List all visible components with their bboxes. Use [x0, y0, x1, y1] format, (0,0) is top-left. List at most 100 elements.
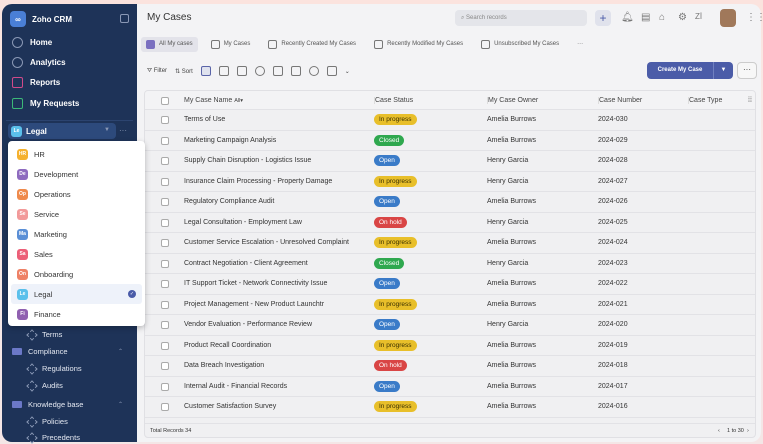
settings-icon[interactable]: ⚙	[678, 12, 687, 23]
table-row[interactable]: Supply Chain Disruption - Logistics Issu…	[145, 151, 755, 172]
apps-grid-icon[interactable]: ⋮⋮	[746, 12, 763, 23]
calendar-icon[interactable]: ▤	[641, 12, 650, 23]
marketplace-icon[interactable]: ⌂	[659, 12, 665, 23]
app-brand[interactable]: ∞ Zoho CRM	[10, 11, 72, 27]
case-name[interactable]: Project Management - New Product Launcht…	[184, 301, 324, 308]
row-checkbox[interactable]	[161, 362, 169, 370]
chevron-down-icon[interactable]: ⌄	[345, 68, 350, 75]
case-name[interactable]: IT Support Ticket - Network Connectivity…	[184, 280, 327, 287]
tree-item[interactable]: Audits	[26, 379, 63, 392]
sort-button[interactable]: ⇅ Sort	[175, 68, 193, 75]
tree-folder[interactable]: Knowledge base ⌃	[12, 400, 123, 409]
tab-view[interactable]: My Cases	[206, 37, 256, 52]
table-row[interactable]: Internal Audit - Financial Records Open Am…	[145, 377, 755, 397]
row-checkbox[interactable]	[161, 259, 169, 268]
workspace-option[interactable]: Fi Finance	[11, 304, 142, 324]
table-view-icon[interactable]	[236, 66, 247, 76]
tab-view[interactable]: All My cases	[141, 36, 198, 52]
table-row[interactable]: Terms of Use In progress Amelia Burrows 202…	[145, 110, 755, 131]
name-filter-dropdown[interactable]: All▾	[234, 98, 243, 104]
column-status[interactable]: Case Status	[374, 97, 413, 104]
table-row[interactable]: Marketing Campaign Analysis Closed Amelia …	[145, 131, 755, 151]
row-checkbox[interactable]	[161, 280, 169, 288]
column-type[interactable]: Case Type	[688, 97, 722, 104]
row-checkbox[interactable]	[161, 136, 169, 145]
workspace-option[interactable]: HR HR	[11, 144, 142, 164]
case-name[interactable]: Terms of Use	[184, 116, 225, 123]
tree-item[interactable]: Precedents	[26, 431, 80, 444]
tree-folder[interactable]: Compliance ⌃	[12, 347, 123, 356]
table-row[interactable]: Data Breach Investigation On hold Amelia B…	[145, 356, 755, 377]
case-name[interactable]: Insurance Claim Processing - Property Da…	[184, 178, 332, 185]
table-row[interactable]: Regulatory Compliance Audit Open Amelia Bu…	[145, 192, 755, 213]
row-checkbox[interactable]	[161, 403, 169, 411]
table-row[interactable]: IT Support Ticket - Network Connectivity…	[145, 274, 755, 295]
select-all-checkbox[interactable]	[161, 97, 169, 105]
bell-icon[interactable]: 🔔︎	[621, 12, 634, 23]
case-name[interactable]: Customer Satisfaction Survey	[184, 403, 276, 410]
nav-analytics[interactable]: Analytics	[12, 57, 66, 68]
tree-item[interactable]: Terms	[26, 328, 62, 341]
nav-my-requests[interactable]: My Requests	[12, 98, 79, 109]
map-view-icon[interactable]	[308, 66, 319, 76]
tab-view[interactable]: Recently Modified My Cases	[369, 37, 468, 52]
case-name[interactable]: Regulatory Compliance Audit	[184, 198, 274, 205]
workspace-option[interactable]: On Onboarding	[11, 264, 142, 284]
nav-home[interactable]: Home	[12, 37, 52, 48]
case-name[interactable]: Supply Chain Disruption - Logistics Issu…	[184, 157, 311, 164]
row-checkbox[interactable]	[161, 116, 169, 124]
tab-view[interactable]: Unsubscribed My Cases	[476, 37, 564, 52]
column-number[interactable]: Case Number	[598, 97, 642, 104]
list-view-icon[interactable]	[200, 66, 211, 76]
case-name[interactable]: Contract Negotiation - Client Agreement	[184, 260, 308, 267]
row-checkbox[interactable]	[161, 341, 169, 350]
case-name[interactable]: Marketing Campaign Analysis	[184, 137, 276, 144]
tab-view[interactable]: ···	[572, 38, 588, 50]
workspace-option[interactable]: Sa Sales	[11, 244, 142, 264]
case-name[interactable]: Data Breach Investigation	[184, 362, 264, 369]
case-name[interactable]: Vendor Evaluation - Performance Review	[184, 321, 312, 328]
add-button[interactable]: +	[595, 10, 611, 26]
row-checkbox[interactable]	[161, 177, 169, 186]
row-checkbox[interactable]	[161, 300, 169, 309]
case-name[interactable]: Legal Consultation - Employment Law	[184, 219, 302, 226]
row-checkbox[interactable]	[161, 198, 169, 206]
zia-icon[interactable]: Zİ	[695, 12, 702, 21]
table-row[interactable]: Project Management - New Product Launcht…	[145, 295, 755, 315]
chevron-down-icon[interactable]: ▼	[713, 62, 733, 79]
table-row[interactable]: Customer Satisfaction Survey In progress A…	[145, 397, 755, 418]
chart-view-icon[interactable]	[290, 66, 301, 76]
workspace-option[interactable]: Le Legal ✓	[11, 284, 142, 304]
table-row[interactable]: Insurance Claim Processing - Property Da…	[145, 172, 755, 192]
table-row[interactable]: Customer Service Escalation - Unresolved…	[145, 233, 755, 254]
row-checkbox[interactable]	[161, 239, 169, 247]
row-checkbox[interactable]	[161, 218, 169, 227]
workspace-more-button[interactable]: ···	[119, 126, 127, 135]
next-page-icon[interactable]: ›	[747, 428, 749, 434]
tree-item[interactable]: Regulations	[26, 362, 82, 375]
workspace-option[interactable]: Ma Marketing	[11, 224, 142, 244]
nav-reports[interactable]: Reports	[12, 77, 60, 88]
column-owner[interactable]: My Case Owner	[487, 97, 538, 104]
search-input[interactable]: ⌕ Search records	[455, 10, 587, 26]
column-name[interactable]: My Case Name All▾	[184, 97, 243, 104]
table-row[interactable]: Contract Negotiation - Client Agreement C…	[145, 254, 755, 274]
row-checkbox[interactable]	[161, 157, 169, 165]
case-name[interactable]: Product Recall Coordination	[184, 342, 271, 349]
create-my-case-button[interactable]: Create My Case ▼	[647, 62, 733, 79]
table-row[interactable]: Vendor Evaluation - Performance Review Op…	[145, 315, 755, 336]
collapse-sidebar-icon[interactable]	[120, 14, 129, 23]
case-name[interactable]: Internal Audit - Financial Records	[184, 383, 287, 390]
workspace-option[interactable]: Op Operations	[11, 184, 142, 204]
workspace-selector[interactable]: Le Legal ▼	[8, 123, 116, 139]
sheet-view-icon[interactable]	[272, 66, 283, 76]
kanban-view-icon[interactable]	[218, 66, 229, 76]
chevron-up-icon[interactable]: ⌃	[118, 401, 123, 408]
prev-page-icon[interactable]: ‹	[718, 428, 720, 434]
user-avatar[interactable]	[720, 9, 736, 27]
case-name[interactable]: Customer Service Escalation - Unresolved…	[184, 239, 349, 246]
calendar-view-icon[interactable]	[326, 66, 337, 76]
table-row[interactable]: Legal Consultation - Employment Law On ho…	[145, 213, 755, 233]
table-row[interactable]: Product Recall Coordination In progress Am…	[145, 336, 755, 356]
filter-button[interactable]: ⛛ Filter	[147, 68, 167, 75]
